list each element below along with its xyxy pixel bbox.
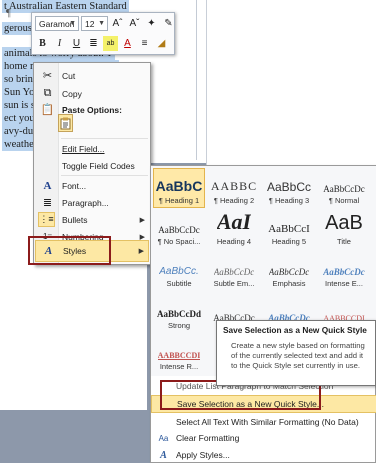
menu-label: Paste Options: [62, 104, 122, 115]
style-preview: AaB [325, 212, 363, 234]
italic-button[interactable]: I [52, 36, 67, 51]
mini-toolbar: Garamon ▼ 12 ▼ Aˆ Aˇ ✦ ✎ B I U ≣ ab A ≡ … [31, 12, 175, 55]
style-name: ¶ No Spaci... [157, 236, 201, 246]
submenu-arrow-icon: ▶ [138, 248, 144, 255]
pilcrow-mark: ¶ [6, 8, 11, 19]
style-name: Heading 4 [216, 236, 252, 246]
paste-keep-text-icon[interactable] [58, 114, 73, 132]
style-preview: AaBbCcDc [268, 266, 310, 277]
menu-label: Copy [62, 88, 82, 99]
command-label: Clear Formatting [176, 433, 240, 443]
style-name: ¶ Heading 1 [158, 195, 200, 205]
highlight-frame-styles [28, 236, 111, 265]
menu-label: Paragraph... [62, 197, 109, 208]
style-preview: AaBbCcDd [156, 308, 201, 319]
style-name: ¶ Heading 2 [213, 195, 255, 205]
brush-icon[interactable]: ◢ [154, 36, 169, 51]
style-name: Intense R... [159, 361, 199, 371]
indent-button[interactable]: ≡ [137, 36, 152, 51]
menu-label: Toggle Field Codes [62, 160, 135, 171]
document-page-right[interactable] [206, 0, 376, 170]
style-preview: AaBbCc. [159, 265, 199, 277]
style-name: ¶ Heading 3 [268, 195, 310, 205]
underline-button[interactable]: U [69, 36, 84, 51]
menu-label: Bullets [62, 214, 88, 225]
style-tile[interactable]: AaI Heading 4 [208, 209, 260, 249]
shrink-font-button[interactable]: Aˇ [127, 16, 142, 31]
style-tile[interactable]: AaBbCcDc Emphasis [263, 251, 315, 291]
style-tile[interactable]: AABBCCDI Intense R... [153, 334, 205, 374]
style-name: Heading 5 [271, 236, 307, 246]
apply-styles-icon: A [160, 449, 167, 461]
doc-line: ect you [2, 112, 37, 125]
style-preview: AaBbCcDc [158, 224, 200, 235]
style-preview: AABBCCDI [157, 350, 201, 360]
style-tile[interactable]: AABBC ¶ Heading 2 [208, 168, 260, 208]
style-preview: AaBbCcDc [323, 266, 365, 277]
style-name: Intense E... [325, 278, 363, 288]
format-painter-icon[interactable]: ✦ [144, 16, 159, 31]
style-name: Title [337, 236, 351, 246]
style-preview: AaBbCc [266, 179, 312, 194]
style-tile[interactable]: AaBbCcDc ¶ No Spaci... [153, 209, 205, 249]
menu-label: Cut [62, 70, 76, 81]
clear-formatting-command[interactable]: Aa Clear Formatting [151, 429, 376, 447]
doc-line: Sun Yo [2, 86, 37, 99]
style-tile[interactable]: AaBbCcDc Subtle Em... [208, 251, 260, 291]
bold-button[interactable]: B [35, 36, 50, 51]
scissors-icon: ✂ [42, 70, 53, 82]
apply-styles-command[interactable]: A Apply Styles... [151, 446, 376, 463]
menu-item-cut[interactable]: ✂ Cut [35, 66, 149, 85]
style-tile[interactable]: AaBbCc ¶ Heading 3 [263, 168, 315, 208]
clear-formatting-icon: Aa [158, 433, 169, 443]
style-preview: AaBbCcDc [213, 266, 255, 277]
menu-label: Edit Field... [62, 143, 105, 154]
styles-icon[interactable]: ✎ [161, 16, 176, 31]
grow-font-button[interactable]: Aˆ [110, 16, 125, 31]
tooltip-body: Create a new style based on formatting o… [231, 341, 365, 370]
style-tile[interactable]: AaBbC ¶ Heading 1 [153, 168, 205, 208]
clipboard-icon: 📋 [40, 104, 55, 116]
style-tile[interactable]: AaB Title [318, 209, 370, 249]
style-name: Emphasis [272, 278, 306, 288]
style-tile[interactable]: AaBbCcI Heading 5 [263, 209, 315, 249]
style-tile[interactable]: AaBbCc. Subtitle [153, 251, 205, 291]
highlight-button[interactable]: ab [103, 36, 118, 51]
command-label: Select All Text With Similar Formatting … [176, 417, 359, 427]
style-name: Strong [167, 320, 191, 330]
style-tile[interactable]: AaBbCcDc Intense E... [318, 251, 370, 291]
style-preview: AABBC [210, 178, 258, 193]
style-name: Subtle Em... [213, 278, 255, 288]
style-tile[interactable]: AaBbCcDd Strong [153, 293, 205, 333]
margin-guide [196, 0, 197, 160]
bullets-icon: ⋮≡ [38, 212, 55, 227]
styles-flyout: AaBbC ¶ Heading 1 AABBC ¶ Heading 2 AaBb… [150, 165, 376, 463]
font-combo[interactable]: Garamon ▼ [35, 16, 79, 31]
menu-label: Font... [62, 180, 87, 191]
font-color-button[interactable]: A [120, 36, 135, 51]
size-value: 12 [85, 18, 95, 29]
style-preview: AaBbCcDc [323, 183, 365, 194]
style-tile[interactable]: AaBbCcDc ¶ Normal [318, 168, 370, 208]
chevron-down-icon[interactable]: ▼ [69, 20, 76, 27]
style-preview: AaBbC [155, 177, 203, 194]
chevron-down-icon[interactable]: ▼ [98, 20, 105, 27]
context-menu: ✂ Cut ⧉ Copy 📋 Paste Options: Edit Field… [33, 62, 151, 265]
submenu-arrow-icon: ▶ [139, 216, 145, 224]
menu-item-toggle-field-codes[interactable]: Toggle Field Codes [35, 156, 149, 175]
menu-heading-paste: 📋 Paste Options: [35, 100, 149, 119]
tooltip: Save Selection as a New Quick Style Crea… [216, 320, 376, 386]
size-combo[interactable]: 12 ▼ [81, 16, 108, 31]
style-name: ¶ Normal [328, 195, 360, 205]
command-label: Apply Styles... [176, 450, 230, 460]
style-preview: AaI [216, 212, 252, 234]
align-center-button[interactable]: ≣ [86, 36, 101, 51]
tooltip-title: Save Selection as a New Quick Style [223, 325, 367, 335]
style-name: Subtitle [166, 278, 192, 288]
style-preview: AaBbCcI [268, 222, 310, 235]
